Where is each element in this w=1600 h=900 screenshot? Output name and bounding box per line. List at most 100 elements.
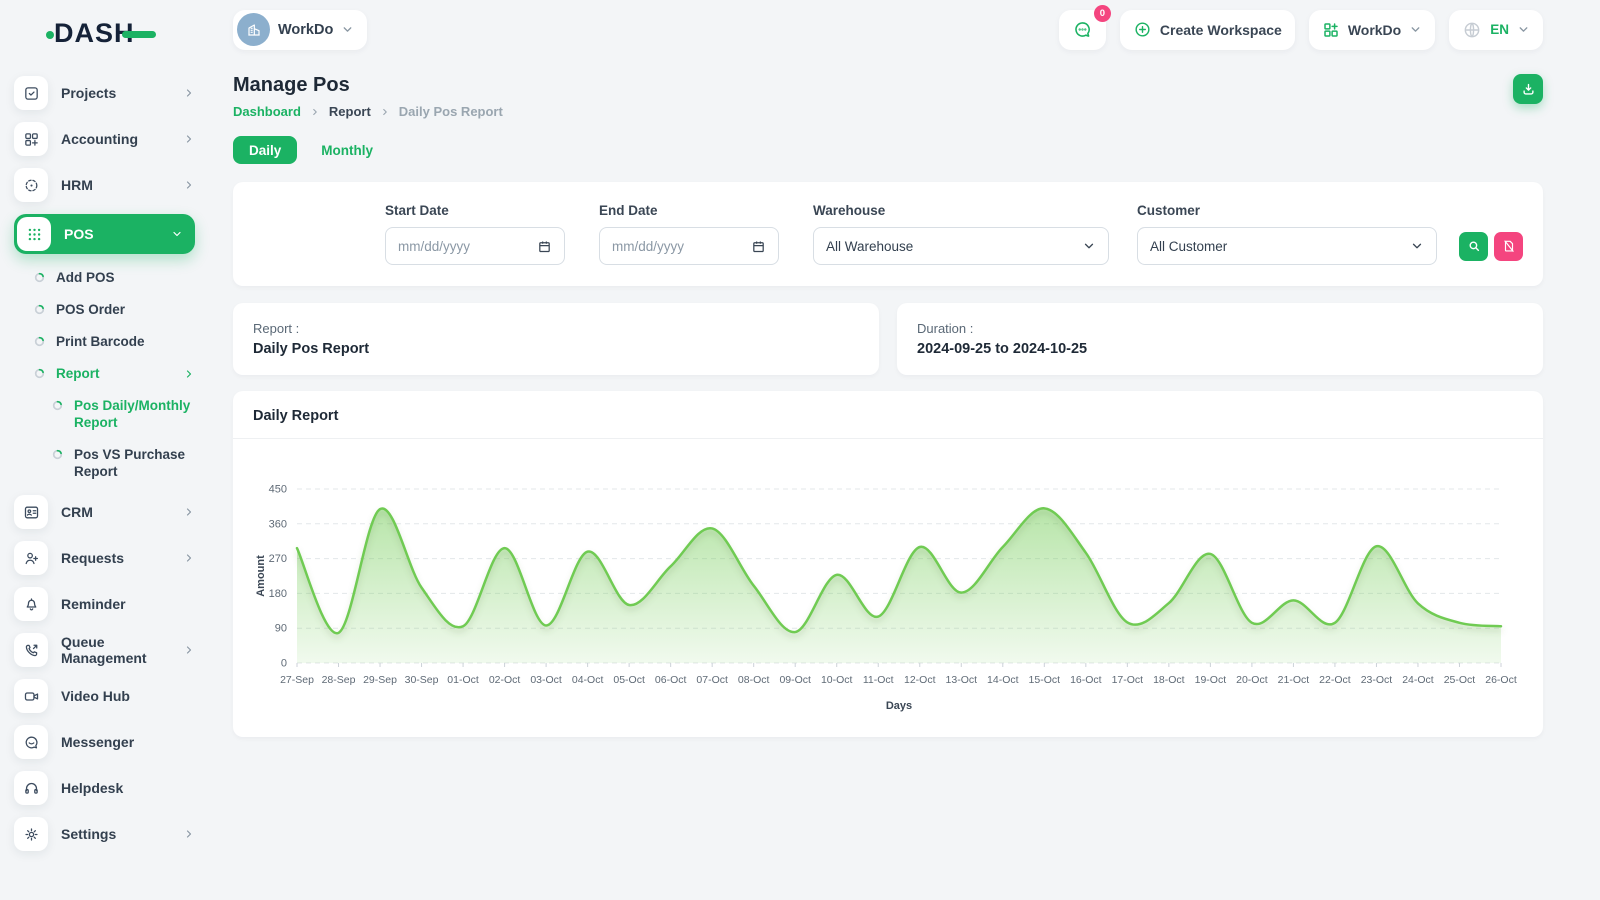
duration-label: Duration :: [917, 321, 1523, 336]
workspace-name: WorkDo: [278, 22, 333, 38]
download-report-button[interactable]: [1513, 74, 1543, 104]
create-workspace-button[interactable]: Create Workspace: [1120, 10, 1295, 50]
workdo-menu-button[interactable]: WorkDo: [1309, 10, 1435, 50]
chat-bubble-icon: [14, 725, 48, 759]
start-date-label: Start Date: [385, 203, 565, 218]
sidebar-item-label: Video Hub: [61, 688, 195, 704]
sidebar-item-pos-order[interactable]: POS Order: [14, 301, 195, 318]
svg-text:01-Oct: 01-Oct: [447, 674, 479, 686]
end-date-input[interactable]: mm/dd/yyyy: [599, 227, 779, 265]
svg-text:25-Oct: 25-Oct: [1444, 674, 1476, 686]
warehouse-value: All Warehouse: [826, 239, 913, 254]
chevron-right-icon: [183, 133, 195, 145]
svg-text:29-Sep: 29-Sep: [363, 674, 397, 686]
reset-filter-button[interactable]: [1494, 232, 1523, 261]
chevron-right-icon: [380, 107, 390, 117]
svg-text:11-Oct: 11-Oct: [863, 674, 894, 686]
language-selector[interactable]: EN: [1449, 10, 1543, 50]
sidebar-item-messenger[interactable]: Messenger: [14, 725, 195, 759]
end-date-placeholder: mm/dd/yyyy: [612, 239, 684, 254]
sidebar-item-accounting[interactable]: Accounting: [14, 122, 195, 156]
user-plus-icon: [14, 541, 48, 575]
language-label: EN: [1490, 22, 1509, 37]
download-icon: [1521, 82, 1536, 97]
warehouse-select[interactable]: All Warehouse: [813, 227, 1109, 265]
end-date-label: End Date: [599, 203, 779, 218]
video-camera-icon: [14, 679, 48, 713]
chevron-right-icon: [310, 107, 320, 117]
warehouse-label: Warehouse: [813, 203, 1109, 218]
chevron-right-icon: [183, 644, 195, 656]
topbar: WorkDo 0 Create Workspace WorkDo EN: [233, 0, 1543, 50]
report-summary-card: Report : Daily Pos Report: [233, 303, 879, 375]
breadcrumb-dashboard-link[interactable]: Dashboard: [233, 104, 301, 119]
create-workspace-label: Create Workspace: [1160, 22, 1282, 38]
sidebar-item-print-barcode[interactable]: Print Barcode: [14, 333, 195, 350]
sidebar-item-requests[interactable]: Requests: [14, 541, 195, 575]
sidebar-item-crm[interactable]: CRM: [14, 495, 195, 529]
tab-daily[interactable]: Daily: [233, 136, 297, 164]
gear-icon: [14, 817, 48, 851]
svg-text:13-Oct: 13-Oct: [946, 674, 978, 686]
grid-plus-icon: [1322, 21, 1340, 39]
sidebar-item-label: Queue Management: [61, 634, 170, 666]
svg-text:Amount: Amount: [255, 555, 267, 597]
sidebar: DASH Projects Accounting HRM: [0, 0, 208, 900]
svg-text:04-Oct: 04-Oct: [572, 674, 604, 686]
chat-icon: [1072, 19, 1093, 40]
bullet-icon: [34, 304, 45, 315]
sidebar-subitem-label: Add POS: [56, 269, 115, 286]
sidebar-item-pos[interactable]: POS: [14, 214, 195, 254]
sidebar-item-label: Projects: [61, 85, 170, 101]
end-date-field: End Date mm/dd/yyyy: [599, 203, 779, 265]
svg-text:17-Oct: 17-Oct: [1112, 674, 1144, 686]
breadcrumb-report-link[interactable]: Report: [329, 104, 371, 119]
pos-grid-icon: [17, 217, 51, 251]
warehouse-field: Warehouse All Warehouse: [813, 203, 1109, 265]
customer-select[interactable]: All Customer: [1137, 227, 1437, 265]
sidebar-item-report[interactable]: Report: [14, 365, 195, 382]
customer-label: Customer: [1137, 203, 1437, 218]
svg-text:02-Oct: 02-Oct: [489, 674, 521, 686]
app-logo[interactable]: DASH: [54, 18, 195, 52]
report-value: Daily Pos Report: [253, 341, 859, 357]
sidebar-item-projects[interactable]: Projects: [14, 76, 195, 110]
customer-value: All Customer: [1150, 239, 1227, 254]
sidebar-item-video-hub[interactable]: Video Hub: [14, 679, 195, 713]
svg-text:270: 270: [269, 553, 287, 565]
bullet-icon: [34, 272, 45, 283]
svg-text:180: 180: [269, 588, 287, 600]
chart-card-header: Daily Report: [233, 391, 1543, 439]
tab-monthly[interactable]: Monthly: [321, 143, 373, 158]
svg-text:24-Oct: 24-Oct: [1402, 674, 1434, 686]
page-header: Manage Pos Dashboard Report Daily Pos Re…: [233, 74, 1543, 119]
apply-filter-button[interactable]: [1459, 232, 1488, 261]
sidebar-item-queue-management[interactable]: Queue Management: [14, 633, 195, 667]
sidebar-item-settings[interactable]: Settings: [14, 817, 195, 851]
sidebar-subitem-label: Pos VS Purchase Report: [74, 446, 195, 480]
phone-call-icon: [14, 633, 48, 667]
sidebar-item-label: Helpdesk: [61, 780, 195, 796]
svg-text:450: 450: [269, 484, 287, 496]
sidebar-item-helpdesk[interactable]: Helpdesk: [14, 771, 195, 805]
svg-text:30-Sep: 30-Sep: [405, 674, 439, 686]
plus-circle-icon: [1133, 20, 1152, 39]
sidebar-nav: Projects Accounting HRM POS: [14, 76, 195, 851]
workspace-selector[interactable]: WorkDo: [233, 10, 367, 50]
sidebar-item-add-pos[interactable]: Add POS: [14, 269, 195, 286]
bullet-icon: [34, 368, 45, 379]
sidebar-item-reminder[interactable]: Reminder: [14, 587, 195, 621]
customer-field: Customer All Customer: [1137, 203, 1437, 265]
start-date-input[interactable]: mm/dd/yyyy: [385, 227, 565, 265]
sidebar-item-pos-daily-monthly-report[interactable]: Pos Daily/Monthly Report: [14, 397, 195, 431]
sidebar-item-label: Accounting: [61, 131, 170, 147]
accounting-icon: [14, 122, 48, 156]
daily-report-chart-card: Daily Report 09018027036045027-Sep28-Sep…: [233, 391, 1543, 737]
sidebar-subitem-label: Pos Daily/Monthly Report: [74, 397, 195, 431]
projects-icon: [14, 76, 48, 110]
chevron-down-icon: [1082, 239, 1096, 253]
sidebar-item-pos-vs-purchase-report[interactable]: Pos VS Purchase Report: [14, 446, 195, 480]
sidebar-item-hrm[interactable]: HRM: [14, 168, 195, 202]
messages-button[interactable]: 0: [1059, 10, 1106, 50]
bullet-icon: [52, 449, 63, 460]
